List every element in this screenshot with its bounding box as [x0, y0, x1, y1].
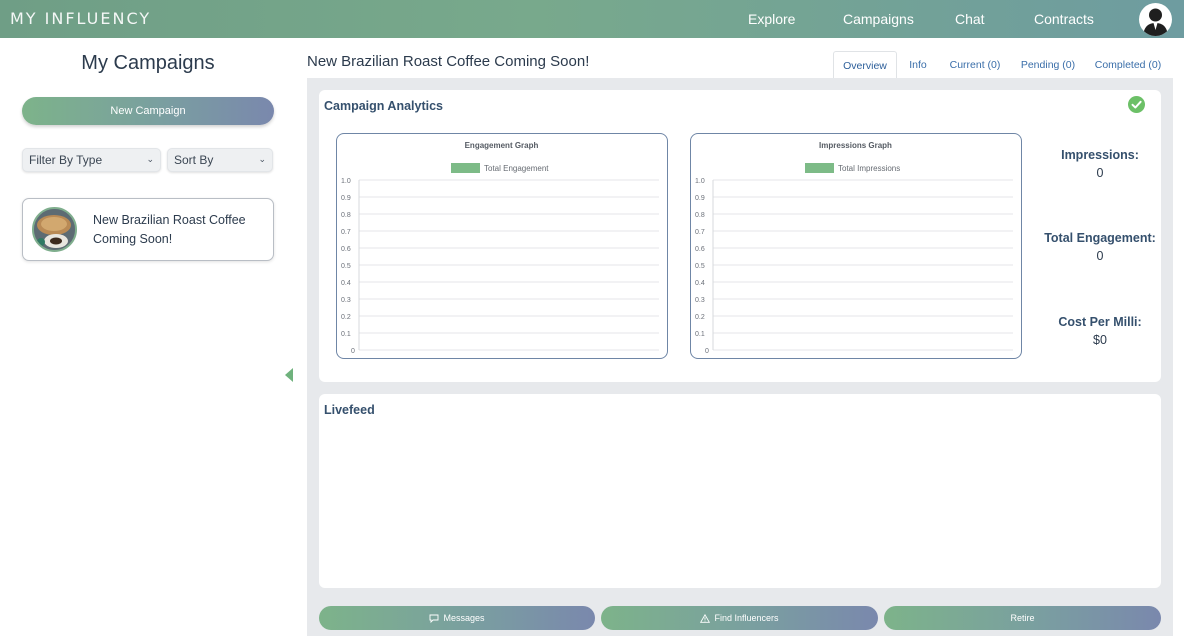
messages-button[interactable]: Messages [319, 606, 595, 630]
chevron-down-icon: ⌄ [146, 154, 154, 164]
y-tick-label: 0.9 [695, 195, 705, 202]
nav-explore[interactable]: Explore [748, 0, 795, 38]
cost-per-milli-value: $0 [1093, 333, 1107, 347]
y-tick-label: 0.4 [341, 280, 351, 287]
filter-by-type-select[interactable]: Filter By Type ⌄ [22, 148, 161, 172]
y-tick-label: 0.1 [341, 331, 351, 338]
new-campaign-button[interactable]: New Campaign [22, 97, 274, 125]
engagement-graph: Engagement Graph Total Engagement 0 0.1 0.2 0… [336, 133, 668, 359]
y-tick-label: 0.6 [695, 246, 705, 253]
nav-contracts[interactable]: Contracts [1034, 0, 1094, 38]
y-tick-label: 0.8 [695, 212, 705, 219]
y-tick-label: 0 [705, 348, 709, 355]
y-tick-label: 0.7 [695, 229, 705, 236]
retire-button-label: Retire [1010, 613, 1035, 623]
y-tick-label: 0.8 [341, 212, 351, 219]
nav-chat[interactable]: Chat [955, 0, 985, 38]
y-tick-label: 0.7 [341, 229, 351, 236]
campaign-thumbnail-image [32, 207, 77, 252]
campaign-list-item-title: New Brazilian Roast Coffee Coming Soon! [93, 213, 246, 246]
cost-per-milli-label: Cost Per Milli: [1058, 315, 1142, 329]
chart-title: Engagement Graph [465, 141, 539, 150]
y-tick-label: 0.5 [341, 263, 351, 270]
campaign-title: New Brazilian Roast Coffee Coming Soon! [307, 53, 590, 70]
y-tick-label: 0.2 [341, 314, 351, 321]
chevron-down-icon: ⌄ [258, 154, 266, 164]
y-tick-label: 0.6 [341, 246, 351, 253]
y-tick-label: 0.2 [695, 314, 705, 321]
engagement-chart-svg: Engagement Graph Total Engagement 0 0.1 0.2 0… [341, 141, 659, 355]
campaign-content-panel: Campaign Analytics Engagement Graph Total… [307, 78, 1173, 636]
total-engagement-label: Total Engagement: [1044, 231, 1156, 245]
chart-title: Impressions Graph [819, 141, 892, 150]
collapse-sidebar-icon[interactable] [285, 368, 293, 382]
tab-current[interactable]: Current (0) [947, 51, 1003, 79]
sort-select-value: Sort By [174, 153, 214, 167]
y-tick-label: 0 [351, 348, 355, 355]
chat-bubble-icon [430, 614, 439, 623]
impressions-value: 0 [1096, 166, 1104, 180]
legend-swatch [805, 163, 834, 173]
sidebar-title: My Campaigns [81, 52, 215, 74]
find-influencers-button[interactable]: Find Influencers [601, 606, 878, 630]
y-tick-label: 0.3 [695, 297, 705, 304]
y-tick-label: 0.4 [695, 280, 705, 287]
messages-button-label: Messages [443, 613, 485, 623]
y-tick-label: 0.1 [695, 331, 705, 338]
y-tick-label: 1.0 [695, 178, 705, 185]
legend-label: Total Engagement [484, 164, 549, 173]
top-navbar: MY INFLUENCY Explore Campaigns Chat Cont… [0, 0, 1184, 38]
campaign-list-item[interactable]: New Brazilian Roast Coffee Coming Soon! [22, 198, 274, 261]
user-avatar-icon[interactable] [1139, 3, 1172, 36]
find-influencers-button-label: Find Influencers [714, 613, 779, 623]
y-tick-label: 0.5 [695, 263, 705, 270]
livefeed-card: Livefeed [319, 394, 1161, 588]
campaign-analytics-card: Campaign Analytics Engagement Graph Total… [319, 90, 1161, 382]
y-tick-label: 0.3 [341, 297, 351, 304]
impressions-chart-svg: Impressions Graph Total Impressions 0 0.1 0.… [695, 141, 1013, 355]
filter-select-value: Filter By Type [29, 153, 103, 167]
campaign-sidebar: My Campaigns New Campaign Filter By Type… [0, 38, 296, 636]
total-engagement-value: 0 [1096, 249, 1104, 263]
tab-overview[interactable]: Overview [833, 51, 897, 79]
nav-campaigns[interactable]: Campaigns [843, 0, 914, 38]
app-logo[interactable]: MY INFLUENCY [10, 9, 151, 28]
tab-info[interactable]: Info [903, 51, 933, 79]
livefeed-title: Livefeed [324, 403, 375, 417]
legend-label: Total Impressions [838, 164, 900, 173]
sort-by-select[interactable]: Sort By ⌄ [167, 148, 273, 172]
impressions-graph: Impressions Graph Total Impressions 0 0.1 0.… [690, 133, 1022, 359]
retire-button[interactable]: Retire [884, 606, 1161, 630]
y-tick-label: 1.0 [341, 178, 351, 185]
legend-swatch [451, 163, 480, 173]
tab-pending[interactable]: Pending (0) [1018, 51, 1078, 79]
tab-completed[interactable]: Completed (0) [1092, 51, 1164, 79]
impressions-label: Impressions: [1061, 148, 1139, 162]
campaign-analytics-title: Campaign Analytics [324, 99, 444, 113]
y-tick-label: 0.9 [341, 195, 351, 202]
warning-triangle-icon [700, 613, 711, 623]
check-circle-icon [1128, 96, 1145, 113]
